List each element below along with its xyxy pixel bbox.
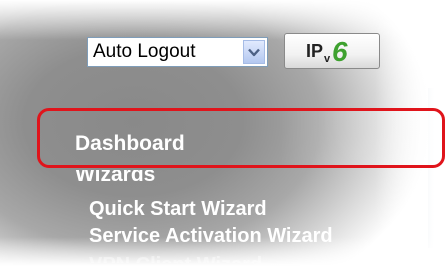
auto-logout-value: Auto Logout [93,41,196,62]
ipv6-logo-icon: IP v 6 [306,36,348,66]
ipv6-button[interactable]: IP v 6 [284,33,380,69]
dashboard-highlight [37,108,445,168]
chevron-down-icon[interactable] [243,40,265,64]
menu-quick-start-wizard[interactable]: Quick Start Wizard [89,198,267,221]
svg-text:v: v [324,53,331,65]
menu-service-activation-wizard[interactable]: Service Activation Wizard [89,225,333,248]
auto-logout-select[interactable]: Auto Logout [87,37,268,67]
svg-text:6: 6 [332,36,348,66]
svg-text:IP: IP [306,41,323,61]
